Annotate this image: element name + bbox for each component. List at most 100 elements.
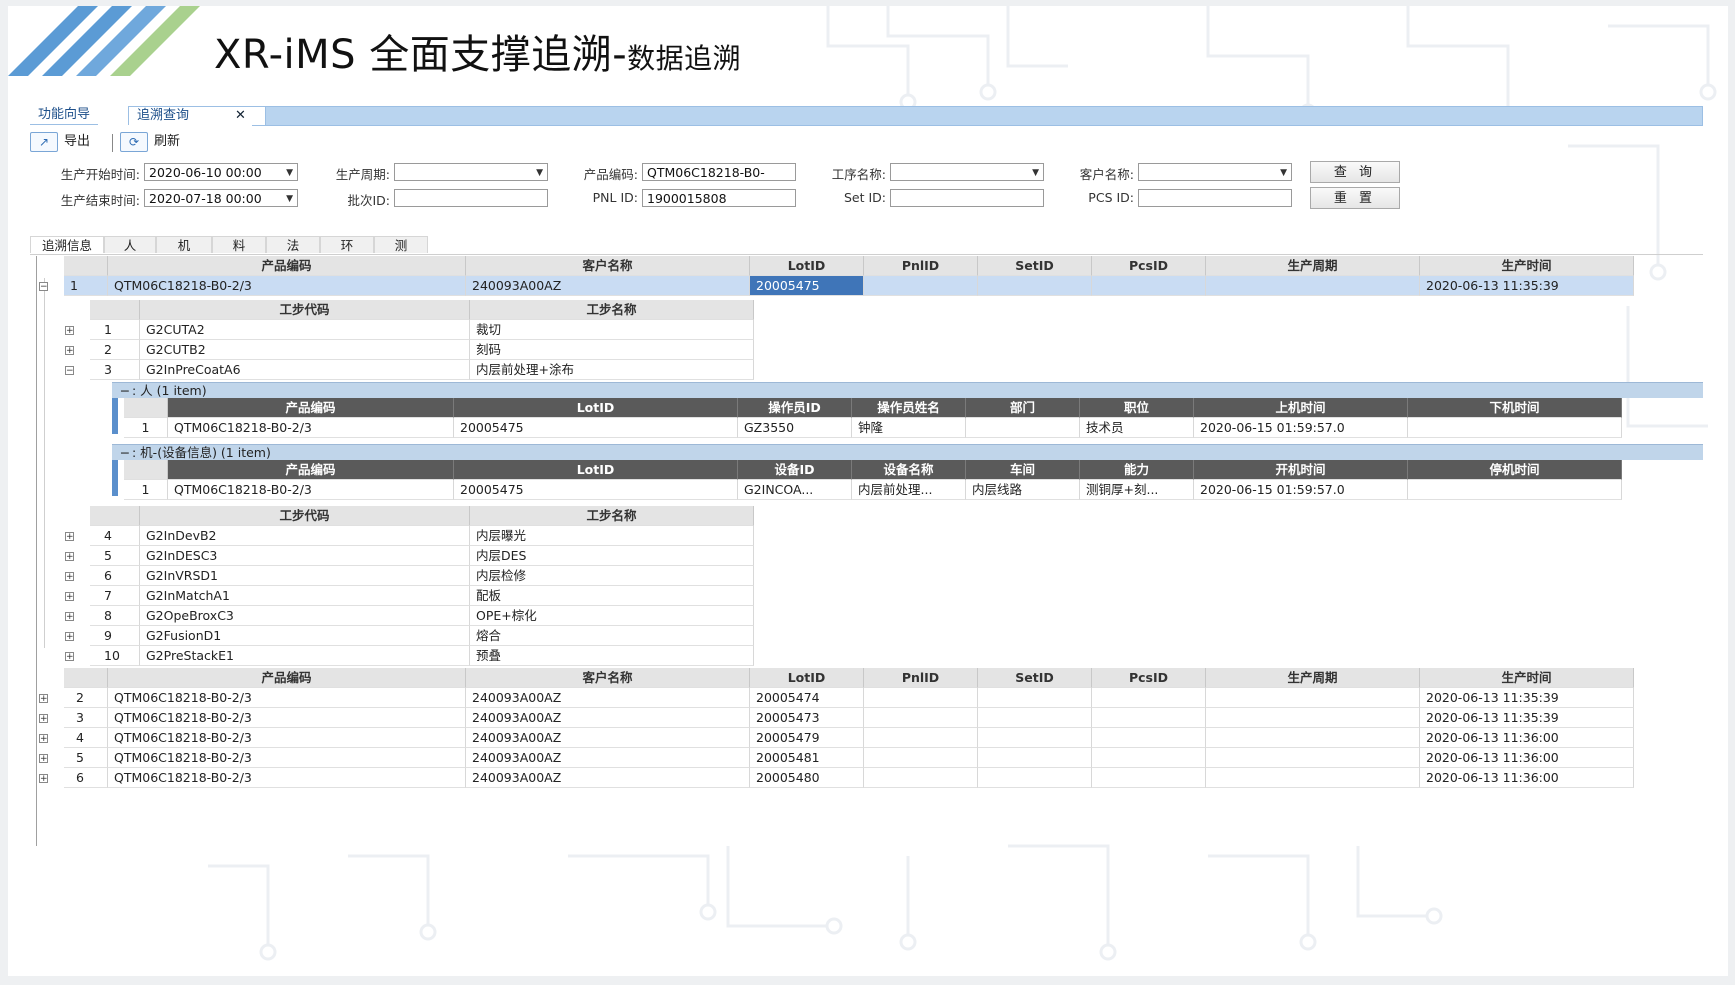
plus-icon[interactable]: + [65,572,74,582]
plus-icon[interactable]: + [39,774,48,784]
table-row[interactable]: 5 G2InDESC3 内层DES [90,546,754,566]
machine-header-stop-time[interactable]: 停机时间 [1408,460,1622,480]
set-input[interactable] [890,189,1044,207]
subtab-measure[interactable]: 测 [374,236,428,253]
person-group-band[interactable]: −: 人 (1 item) [112,382,1703,398]
reset-button[interactable]: 重 置 [1310,187,1400,209]
person-header-on-time[interactable]: 上机时间 [1194,398,1408,418]
refresh-button[interactable]: ⟳ 刷新 [120,132,180,152]
header-customer[interactable]: 客户名称 [466,256,750,276]
table-row[interactable]: 3 QTM06C18218-B0-2/3 240093A00AZ 20005473 20… [64,708,1634,728]
table-row[interactable]: 6 G2InVRSD1 内层检修 [90,566,754,586]
table-row[interactable]: 3 G2InPreCoatA6 内层前处理+涂布 [90,360,754,380]
plus-icon[interactable]: + [65,346,74,356]
header-product[interactable]: 产品编码 [108,668,466,688]
plus-icon[interactable]: + [65,552,74,562]
person-header-operator-name[interactable]: 操作员姓名 [852,398,966,418]
tab-function-guide[interactable]: 功能向导 [30,106,99,125]
table-row[interactable]: 2 G2CUTB2 刻码 [90,340,754,360]
row-lotid[interactable]: 20005475 [750,276,864,296]
machine-header-equip-id[interactable]: 设备ID [738,460,852,480]
header-cycle[interactable]: 生产周期 [1206,668,1420,688]
step-header-code[interactable]: 工步代码 [140,300,470,320]
subtab-method[interactable]: 法 [266,236,320,253]
header-time[interactable]: 生产时间 [1420,668,1634,688]
plus-icon[interactable]: + [39,694,48,704]
table-row[interactable]: 1 QTM06C18218-B0-2/3 240093A00AZ 2000547… [64,276,1634,296]
plus-icon[interactable]: + [65,612,74,622]
pcs-input[interactable] [1138,189,1292,207]
machine-header-capability[interactable]: 能力 [1080,460,1194,480]
subtab-environment[interactable]: 环 [320,236,374,253]
machine-header-start-time[interactable]: 开机时间 [1194,460,1408,480]
plus-icon[interactable]: + [39,714,48,724]
table-row[interactable]: 4 G2InDevB2 内层曝光 [90,526,754,546]
header-pnlid[interactable]: PnlID [864,668,978,688]
header-product[interactable]: 产品编码 [108,256,466,276]
subtab-trace-info[interactable]: 追溯信息 [30,236,104,253]
start-time-picker[interactable]: 2020-06-10 00:00 ▼ [144,163,298,181]
header-customer[interactable]: 客户名称 [466,668,750,688]
table-row[interactable]: 8 G2OpeBroxC3 OPE+棕化 [90,606,754,626]
plus-icon[interactable]: + [65,632,74,642]
person-row[interactable]: 1 QTM06C18218-B0-2/3 20005475 GZ3550 钟隆 … [124,418,1622,438]
batch-input[interactable] [394,189,548,207]
plus-icon[interactable]: + [65,592,74,602]
person-header-dept[interactable]: 部门 [966,398,1080,418]
header-pcsid[interactable]: PcsID [1092,668,1206,688]
close-icon[interactable]: ✕ [235,107,246,125]
machine-header-lot[interactable]: LotID [454,460,738,480]
table-row[interactable]: 2 QTM06C18218-B0-2/3 240093A00AZ 20005474 20… [64,688,1634,708]
header-pcsid[interactable]: PcsID [1092,256,1206,276]
minus-icon[interactable]: − [118,383,132,399]
step-header-code[interactable]: 工步代码 [140,506,470,526]
subtab-machine[interactable]: 机 [156,236,212,253]
table-row[interactable]: 5 QTM06C18218-B0-2/3 240093A00AZ 20005481 20… [64,748,1634,768]
header-lotid[interactable]: LotID [750,668,864,688]
header-lotid[interactable]: LotID [750,256,864,276]
step-header-name[interactable]: 工步名称 [470,506,754,526]
customer-select[interactable]: ▼ [1138,163,1292,181]
cycle-select[interactable]: ▼ [394,163,548,181]
query-button[interactable]: 查 询 [1310,161,1400,183]
subtab-material[interactable]: 料 [212,236,266,253]
header-setid[interactable]: SetID [978,668,1092,688]
table-row[interactable]: 4 QTM06C18218-B0-2/3 240093A00AZ 20005479 20… [64,728,1634,748]
plus-icon[interactable]: + [39,734,48,744]
plus-icon[interactable]: + [65,326,74,336]
row-lotid: 20005480 [750,768,864,788]
person-header-off-time[interactable]: 下机时间 [1408,398,1622,418]
plus-icon[interactable]: + [39,754,48,764]
machine-header-equip-name[interactable]: 设备名称 [852,460,966,480]
header-pnlid[interactable]: PnlID [864,256,978,276]
tab-trace-query[interactable]: 追溯查询 ✕ [128,106,266,125]
machine-row[interactable]: 1 QTM06C18218-B0-2/3 20005475 G2INCOA...… [124,480,1622,500]
header-time[interactable]: 生产时间 [1420,256,1634,276]
person-header-operator-id[interactable]: 操作员ID [738,398,852,418]
person-header-position[interactable]: 职位 [1080,398,1194,418]
minus-icon[interactable]: − [65,366,74,376]
subtab-person[interactable]: 人 [104,236,156,253]
table-row[interactable]: 6 QTM06C18218-B0-2/3 240093A00AZ 20005480 20… [64,768,1634,788]
product-code-input[interactable]: QTM06C18218-B0- [642,163,796,181]
machine-group-band[interactable]: −: 机-(设备信息) (1 item) [112,444,1703,460]
minus-icon[interactable]: − [39,282,48,292]
pnl-input[interactable]: 1900015808 [642,189,796,207]
plus-icon[interactable]: + [65,652,74,662]
header-cycle[interactable]: 生产周期 [1206,256,1420,276]
header-setid[interactable]: SetID [978,256,1092,276]
end-time-picker[interactable]: 2020-07-18 00:00 ▼ [144,189,298,207]
person-header-lot[interactable]: LotID [454,398,738,418]
minus-icon[interactable]: − [118,445,132,461]
process-select[interactable]: ▼ [890,163,1044,181]
machine-header-product[interactable]: 产品编码 [168,460,454,480]
step-header-name[interactable]: 工步名称 [470,300,754,320]
table-row[interactable]: 7 G2InMatchA1 配板 [90,586,754,606]
plus-icon[interactable]: + [65,532,74,542]
table-row[interactable]: 9 G2FusionD1 熔合 [90,626,754,646]
machine-header-workshop[interactable]: 车间 [966,460,1080,480]
export-button[interactable]: ↗ 导出 [30,132,90,152]
person-header-product[interactable]: 产品编码 [168,398,454,418]
table-row[interactable]: 1 G2CUTA2 裁切 [90,320,754,340]
table-row[interactable]: 10 G2PreStackE1 预叠 [90,646,754,666]
